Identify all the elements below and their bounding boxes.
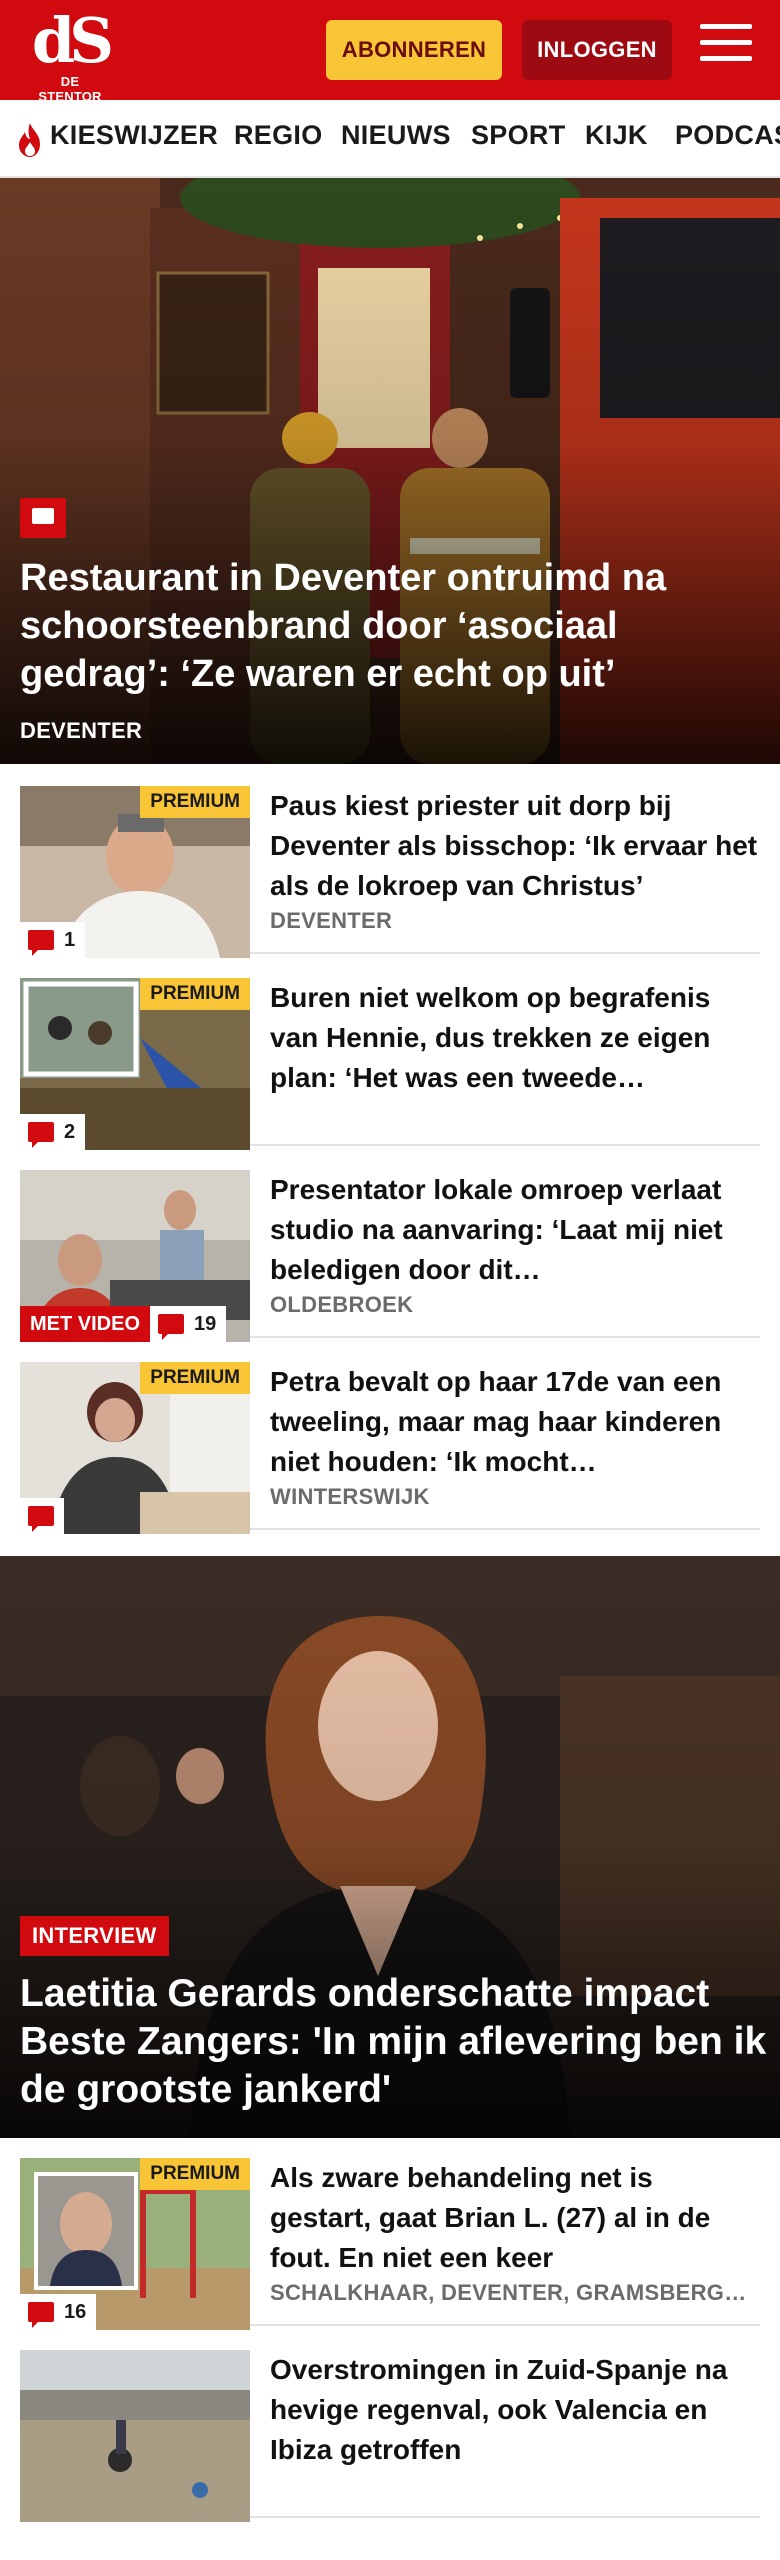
- list-item[interactable]: PREMIUM Petra bevalt op haar 17de van ee…: [20, 1356, 760, 1534]
- video-badge: MET VIDEO: [20, 1306, 151, 1342]
- article-meta: 1: [20, 922, 86, 958]
- interview-label: INTERVIEW: [20, 1916, 169, 1956]
- article-thumbnail: PREMIUM 2: [20, 978, 250, 1150]
- hamburger-icon[interactable]: [700, 24, 752, 70]
- feature-title: Laetitia Gerards onderschatte impact Bes…: [20, 1972, 767, 2111]
- list-item[interactable]: PREMIUM 2 Buren niet welkom op begrafeni…: [20, 972, 760, 1150]
- comment-icon: [158, 1314, 185, 1340]
- article-thumbnail: [20, 2350, 250, 2522]
- hero-article[interactable]: Restaurant in Deventer ontruimd na schoo…: [0, 178, 780, 764]
- article-region: OLDEBROEK: [270, 1292, 414, 1317]
- article-title: Overstromingen in Zuid-Spanje na hevige …: [270, 2354, 728, 2465]
- top-bar: dS DE STENTOR ABONNEREN INLOGGEN: [0, 0, 780, 105]
- logo-mark: dS: [31, 4, 114, 77]
- nav-item-regio[interactable]: REGIO: [234, 120, 323, 151]
- article-thumbnail: PREMIUM 1: [20, 786, 250, 958]
- article-meta: [20, 1498, 64, 1534]
- premium-badge: PREMIUM: [140, 1362, 250, 1394]
- list-item[interactable]: MET VIDEO 19 Presentator lokale omroep v…: [20, 1164, 760, 1342]
- article-title: Presentator lokale omroep verlaat studio…: [270, 1174, 723, 1285]
- comment-count: [20, 1498, 64, 1534]
- hero-title: Restaurant in Deventer ontruimd na schoo…: [20, 557, 667, 695]
- nav-item-sport[interactable]: SPORT: [471, 120, 566, 151]
- article-thumbnail: PREMIUM 16: [20, 2158, 250, 2330]
- subscribe-button[interactable]: ABONNEREN: [326, 20, 502, 80]
- article-meta: MET VIDEO 19: [20, 1306, 227, 1342]
- comment-count: 2: [20, 1114, 86, 1150]
- flame-icon: [19, 123, 40, 157]
- premium-badge: PREMIUM: [140, 978, 250, 1010]
- comment-count-value: 1: [64, 928, 76, 951]
- premium-badge: PREMIUM: [140, 2158, 250, 2190]
- comment-count: 19: [150, 1306, 227, 1342]
- section-nav: KIESWIJZER REGIO NIEUWS SPORT KIJK PODCA…: [0, 100, 780, 178]
- list-item[interactable]: Overstromingen in Zuid-Spanje na hevige …: [20, 2344, 760, 2522]
- premium-badge: PREMIUM: [140, 786, 250, 818]
- list-item[interactable]: PREMIUM 16 Als zware behandeling net is …: [20, 2152, 760, 2330]
- article-title: Als zware behandeling net is gestart, ga…: [270, 2162, 711, 2273]
- comment-count-value: 16: [64, 2300, 87, 2323]
- nav-item-podcast[interactable]: PODCAST: [675, 120, 780, 151]
- article-image: [20, 2350, 250, 2522]
- article-region: WINTERSWIJK: [270, 1484, 430, 1509]
- comment-count: 1: [20, 922, 86, 958]
- login-button[interactable]: INLOGGEN: [522, 20, 672, 80]
- article-title: Petra bevalt op haar 17de van een tweeli…: [270, 1366, 722, 1477]
- article-meta: 16: [20, 2294, 97, 2330]
- comment-icon: [28, 2302, 54, 2328]
- hero-region: DEVENTER: [20, 718, 143, 743]
- nav-item-kieswijzer[interactable]: KIESWIJZER: [50, 120, 218, 151]
- article-title: Buren niet welkom op begrafenis van Henn…: [270, 982, 711, 1093]
- article-title: Paus kiest priester uit dorp bij Devente…: [270, 790, 758, 901]
- nav-item-kijk[interactable]: KIJK: [585, 120, 648, 151]
- comment-count: 16: [20, 2294, 97, 2330]
- comment-icon: [28, 930, 54, 956]
- article-region: DEVENTER: [270, 908, 393, 933]
- article-meta: 2: [20, 1114, 86, 1150]
- list-item[interactable]: PREMIUM 1 Paus kiest priester uit dorp b…: [20, 780, 760, 958]
- comment-icon: [28, 1506, 54, 1532]
- comment-icon: [28, 1122, 54, 1148]
- site-logo[interactable]: dS DE STENTOR: [28, 4, 114, 105]
- nav-item-nieuws[interactable]: NIEUWS: [341, 120, 451, 151]
- comment-count-value: 19: [194, 1312, 217, 1335]
- comment-icon: [20, 498, 66, 538]
- article-thumbnail: MET VIDEO 19: [20, 1170, 250, 1342]
- comment-count-value: 2: [64, 1120, 76, 1143]
- article-thumbnail: PREMIUM: [20, 1362, 250, 1534]
- feature-article[interactable]: INTERVIEW Laetitia Gerards onderschatte …: [0, 1556, 780, 2138]
- article-region: SCHALKHAAR, DEVENTER, GRAMSBERGEN: [270, 2280, 750, 2305]
